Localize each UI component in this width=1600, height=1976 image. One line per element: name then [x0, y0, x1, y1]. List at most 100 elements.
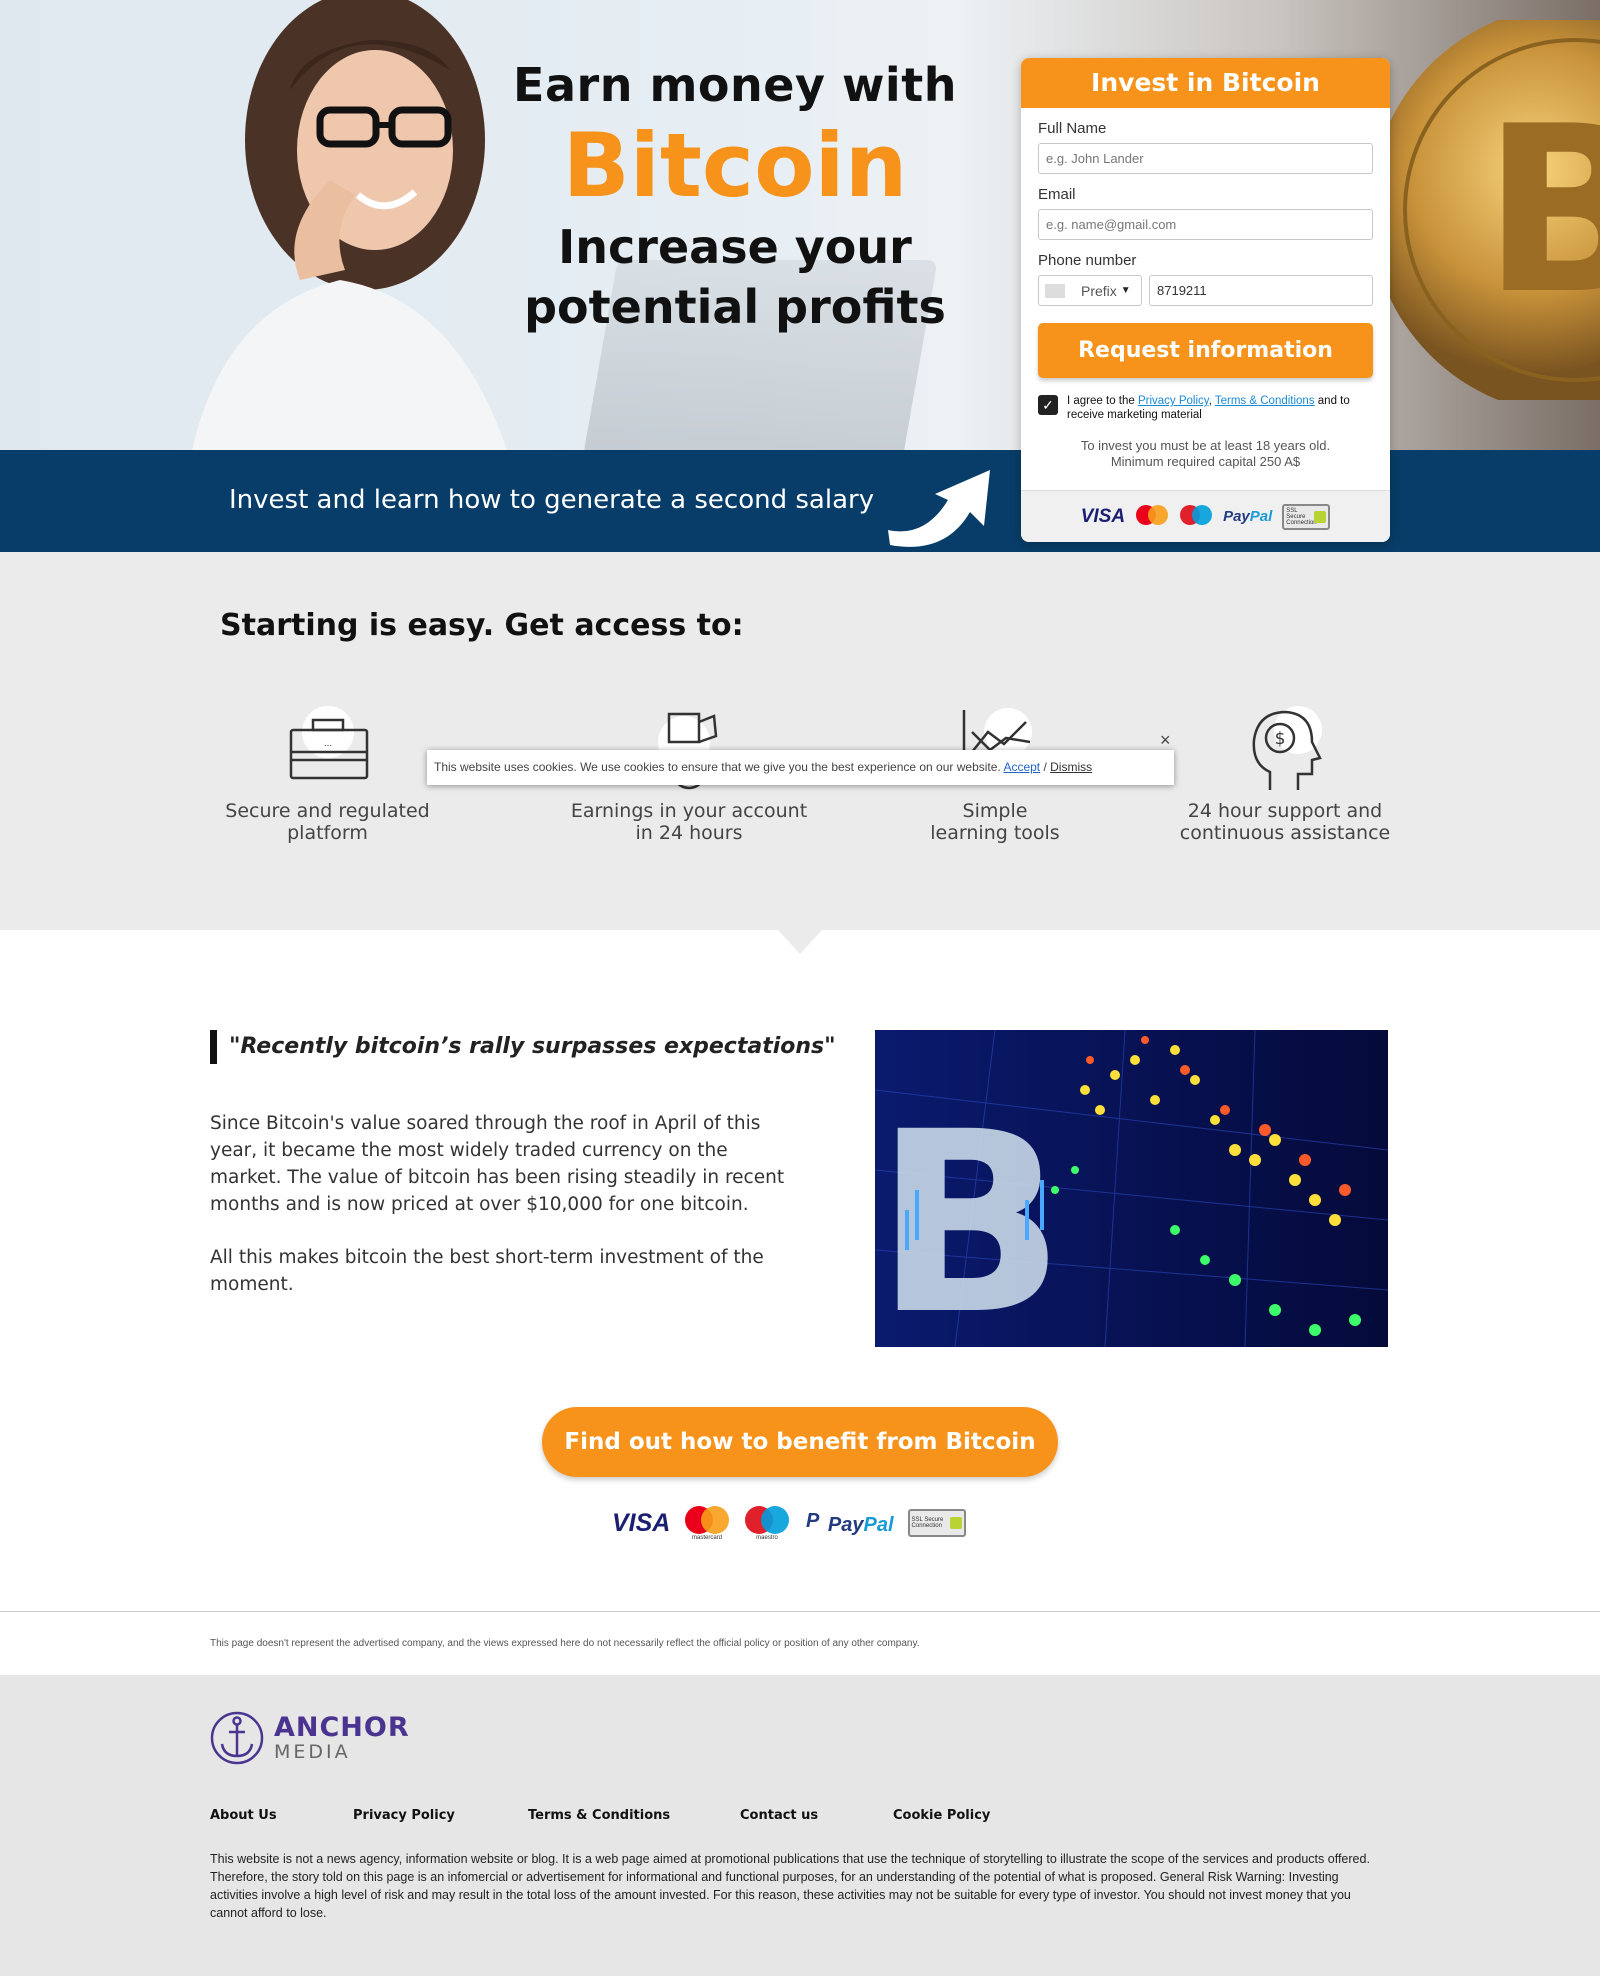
consent-checkbox[interactable]: ✓ — [1038, 395, 1058, 415]
cookie-accept-link[interactable]: Accept — [1003, 760, 1040, 774]
svg-text:B: B — [875, 1078, 1065, 1347]
legal-text: This website is not a news agency, infor… — [210, 1852, 1370, 1920]
feature-caption-line: continuous assistance — [1179, 822, 1391, 844]
features-section: Starting is easy. Get access to: ... Sec… — [0, 552, 1600, 930]
maestro-logo — [1180, 504, 1213, 525]
phone-label: Phone number — [1038, 252, 1137, 269]
feature-support: $ 24 hour support and continuous assistan… — [1170, 702, 1400, 844]
feature-caption: Simple learning tools — [900, 800, 1090, 844]
article-paragraph-1: Since Bitcoin's value soared through the… — [210, 1113, 785, 1215]
footer-link-about[interactable]: About Us — [210, 1808, 277, 1823]
privacy-policy-link[interactable]: Privacy Policy — [1138, 395, 1209, 407]
terms-link[interactable]: Terms & Conditions — [1215, 395, 1315, 407]
prefix-select[interactable]: Prefix ▼ — [1038, 275, 1142, 306]
svg-text:B: B — [1482, 78, 1600, 345]
article-quote: "Recently bitcoin’s rally surpasses expe… — [210, 1030, 836, 1064]
disclaimer-text: This page doesn't represent the advertis… — [210, 1638, 920, 1649]
flag-icon — [1045, 283, 1065, 298]
visa-logo: VISA — [612, 1508, 671, 1537]
ssl-badge: SSL Secure Connection — [907, 1509, 966, 1537]
prefix-label: Prefix — [1081, 282, 1117, 299]
lock-icon — [949, 1517, 962, 1529]
feature-caption: Secure and regulated platform — [220, 800, 435, 844]
lead-form: Invest in Bitcoin Full Name Email Phone … — [1021, 58, 1390, 542]
features-heading: Starting is easy. Get access to: — [220, 608, 744, 643]
visa-logo: VISA — [1080, 505, 1126, 527]
article-paragraph-2: All this makes bitcoin the best short-te… — [210, 1247, 764, 1295]
payment-logos: VISA mastercard maestro P PayPal SSL Sec… — [612, 1505, 966, 1541]
feature-secure-platform: ... Secure and regulated platform — [220, 702, 435, 844]
feature-caption-line: in 24 hours — [635, 822, 743, 844]
maestro-logo: maestro — [745, 1506, 790, 1541]
find-out-button[interactable]: Find out how to benefit from Bitcoin — [542, 1407, 1058, 1477]
svg-text:$: $ — [1275, 729, 1286, 749]
chevron-down-icon: ▼ — [1120, 285, 1131, 296]
consent-row: ✓ I agree to the Privacy Policy, Terms &… — [1038, 394, 1373, 422]
ssl-badge: SSL Secure Connection — [1282, 503, 1331, 530]
notice-line-2: Minimum required capital 250 A$ — [1110, 454, 1301, 469]
form-title: Invest in Bitcoin — [1021, 58, 1390, 108]
svg-text:P: P — [806, 1510, 820, 1531]
paypal-b: Pal — [1249, 508, 1273, 525]
logo-top-text: ANCHOR — [274, 1712, 410, 1743]
mastercard-text: mastercard — [692, 1535, 722, 1541]
full-name-input[interactable] — [1038, 143, 1373, 174]
paypal-p-icon: P — [806, 1510, 820, 1532]
full-name-label: Full Name — [1038, 120, 1107, 137]
mastercard-logo: mastercard — [685, 1506, 730, 1541]
form-payment-logos: VISA PayPal SSL Secure Connection — [1021, 490, 1390, 542]
footer-link-cookie[interactable]: Cookie Policy — [893, 1808, 990, 1823]
consent-prefix: I agree to the — [1067, 395, 1138, 407]
feature-caption-line: learning tools — [930, 822, 1060, 844]
phone-input[interactable] — [1149, 275, 1373, 306]
head-dollar-icon: $ — [1252, 706, 1322, 790]
divider — [0, 1611, 1600, 1612]
feature-caption-line: platform — [287, 822, 368, 844]
feature-caption-line: 24 hour support and — [1187, 800, 1383, 822]
feature-caption: Earnings in your account in 24 hours — [560, 800, 818, 844]
request-information-button[interactable]: Request information — [1038, 323, 1373, 378]
band-slogan: Invest and learn how to generate a secon… — [229, 485, 875, 515]
paypal-logo: PayPal — [1223, 508, 1272, 525]
bitcoin-coin-image: B — [1370, 20, 1600, 400]
bitcoin-chart-image: B — [875, 1030, 1388, 1347]
footer-link-contact[interactable]: Contact us — [740, 1808, 818, 1823]
footer-link-privacy[interactable]: Privacy Policy — [353, 1808, 455, 1823]
email-field-group: Email — [1038, 186, 1373, 240]
paypal-a: Pay — [1223, 508, 1250, 525]
hero-headline: Earn money with Bitcoin Increase your po… — [470, 58, 1000, 336]
feature-caption-line: Earnings in your account — [570, 800, 808, 822]
cookie-banner: This website uses cookies. We use cookie… — [427, 750, 1174, 785]
briefcase-icon: ... — [289, 706, 368, 780]
feature-caption-line: Simple — [962, 800, 1028, 822]
cookie-text: This website uses cookies. We use cookie… — [434, 760, 1004, 774]
paypal-a: Pay — [827, 1514, 864, 1536]
mastercard-logo — [1136, 504, 1169, 525]
hero-line-3: Increase your — [558, 220, 912, 274]
svg-text:...: ... — [323, 738, 331, 749]
footer: ANCHOR MEDIA About Us Privacy Policy Ter… — [0, 1675, 1600, 1976]
hero-line-4: potential profits — [524, 280, 946, 334]
logo-bottom-text: MEDIA — [274, 1741, 351, 1763]
email-input[interactable] — [1038, 209, 1373, 240]
anchor-media-logo[interactable]: ANCHOR MEDIA — [210, 1710, 410, 1766]
cookie-dismiss-link[interactable]: Dismiss — [1050, 760, 1092, 774]
maestro-text: maestro — [757, 1535, 779, 1541]
eligibility-notice: To invest you must be at least 18 years … — [1021, 438, 1390, 470]
full-name-field-group: Full Name — [1038, 120, 1373, 174]
footer-link-terms[interactable]: Terms & Conditions — [528, 1808, 670, 1823]
section-pointer — [778, 930, 822, 954]
anchor-icon — [210, 1711, 264, 1765]
ssl-text: SSL Secure Connection — [1286, 507, 1317, 526]
arrow-icon — [888, 470, 990, 547]
email-label: Email — [1038, 186, 1076, 203]
paypal-b: Pal — [863, 1514, 894, 1536]
cookie-separator: / — [1040, 760, 1051, 774]
notice-line-1: To invest you must be at least 18 years … — [1080, 438, 1331, 453]
phone-field-group: Phone number Prefix ▼ — [1038, 252, 1373, 306]
lock-icon — [1314, 510, 1327, 523]
close-icon[interactable]: × — [1160, 730, 1171, 751]
hero-line-1: Earn money with — [513, 58, 957, 112]
feature-caption: 24 hour support and continuous assistance — [1170, 800, 1400, 844]
ssl-text: SSL Secure Connection — [911, 1517, 944, 1529]
